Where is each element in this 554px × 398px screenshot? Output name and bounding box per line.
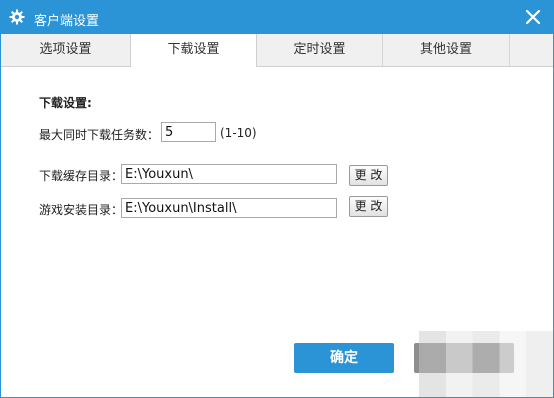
install-dir-input[interactable] xyxy=(121,198,337,218)
max-tasks-input[interactable] xyxy=(161,122,216,142)
tab-schedule[interactable]: 定时设置 xyxy=(257,34,383,66)
tab-other[interactable]: 其他设置 xyxy=(383,34,510,66)
max-tasks-range: (1-10) xyxy=(220,126,257,140)
title-bar: 客户端设置 xyxy=(1,1,553,34)
cache-dir-input[interactable] xyxy=(121,164,337,184)
settings-dialog: 客户端设置 选项设置 下载设置 定时设置 其他设置 下载设置: 最大同时下载任务… xyxy=(0,0,554,398)
ok-button[interactable]: 确定 xyxy=(294,343,394,373)
install-dir-label: 游戏安装目录： xyxy=(39,203,124,217)
section-title: 下载设置: xyxy=(39,96,92,110)
watermark-overlay xyxy=(419,331,553,397)
gear-icon xyxy=(9,9,25,25)
change-install-dir-button[interactable]: 更 改 xyxy=(349,196,388,217)
tab-bar: 选项设置 下载设置 定时设置 其他设置 xyxy=(1,34,553,67)
tab-download[interactable]: 下载设置 xyxy=(130,34,257,67)
close-icon[interactable] xyxy=(523,7,543,27)
cache-dir-label: 下载缓存目录： xyxy=(39,169,124,183)
tab-options[interactable]: 选项设置 xyxy=(1,34,131,66)
change-cache-dir-button[interactable]: 更 改 xyxy=(349,165,388,186)
max-tasks-label: 最大同时下载任务数： xyxy=(39,128,160,142)
window-title: 客户端设置 xyxy=(34,14,100,29)
